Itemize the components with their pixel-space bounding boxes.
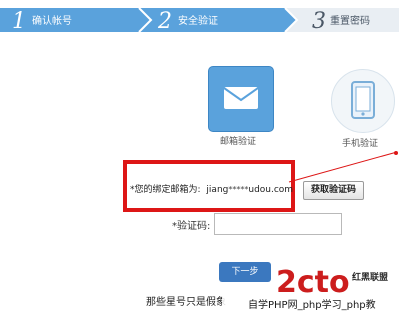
step-3-label: 重置密码 xyxy=(330,14,370,27)
bound-email-label: *您的绑定邮箱为: xyxy=(130,185,201,195)
watermark-logo: 2cto xyxy=(276,265,350,298)
email-verify-option[interactable] xyxy=(208,66,274,132)
next-button[interactable]: 下一步 xyxy=(219,262,271,282)
phone-icon xyxy=(351,81,375,119)
step-2-number: 2 xyxy=(157,9,172,34)
watermark-brand: 红黑联盟 xyxy=(352,273,389,283)
bound-email-start: jiang xyxy=(206,185,229,195)
verify-code-label: *验证码: xyxy=(172,221,211,232)
bound-email-mask: ***** xyxy=(228,185,249,194)
step-1-number: 1 xyxy=(12,9,26,34)
envelope-icon xyxy=(223,87,259,109)
step-progress-bar: 1 确认帐号 2 安全验证 3 重置密码 xyxy=(0,7,399,34)
caption-text: 那些星号只是假象 xyxy=(146,297,226,308)
watermark-strip: 自学PHP网_php学习_php教 xyxy=(222,297,399,311)
svg-text:2cto: 2cto xyxy=(276,265,350,298)
bound-email-line: *您的绑定邮箱为: jiang*****udou.com xyxy=(130,182,293,195)
get-code-button[interactable]: 获取验证码 xyxy=(303,181,364,200)
bound-email-end: udou.com xyxy=(248,185,294,195)
verify-code-input[interactable] xyxy=(214,213,342,235)
step-1-label: 确认帐号 xyxy=(32,14,72,27)
phone-verify-option[interactable] xyxy=(331,69,395,133)
email-verify-label: 邮箱验证 xyxy=(220,137,257,147)
step-2-label: 安全验证 xyxy=(178,14,218,27)
step-3-number: 3 xyxy=(312,9,326,34)
watermark-text: 自学PHP网_php学习_php教 xyxy=(248,300,376,311)
